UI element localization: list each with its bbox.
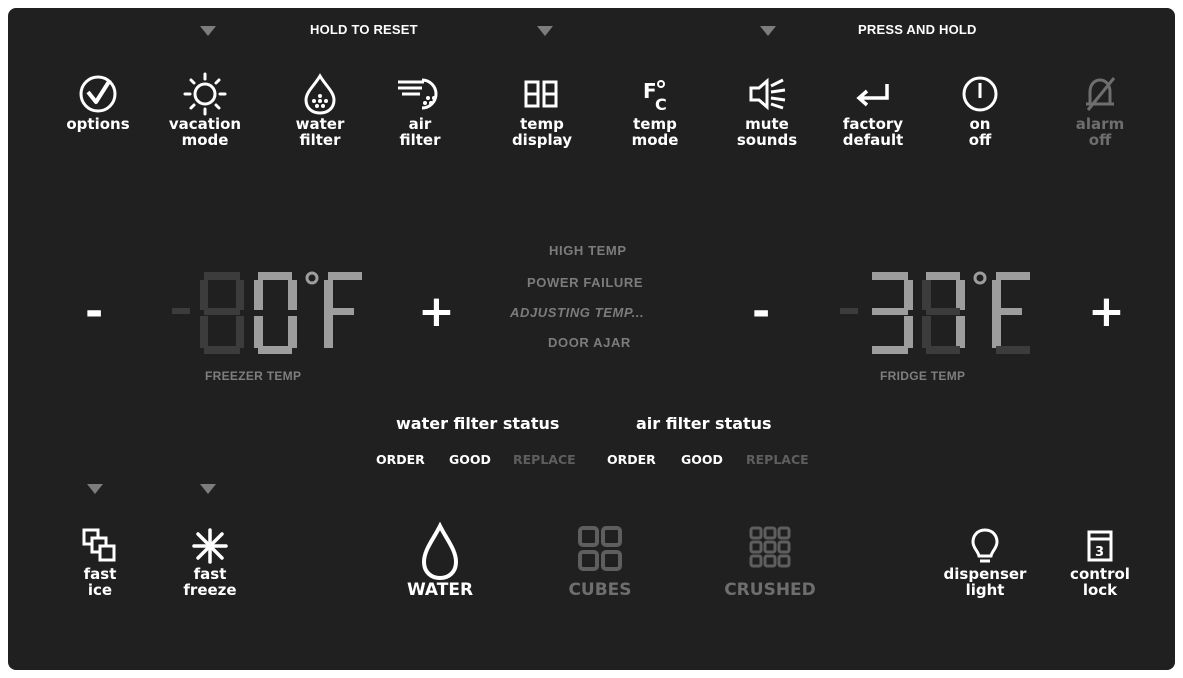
air-filter-status-title: air filter status bbox=[636, 414, 772, 433]
fridge-minus-button[interactable]: - bbox=[752, 290, 770, 334]
sun-icon bbox=[183, 72, 227, 116]
fridge-digit-3 bbox=[872, 272, 913, 354]
water-dispense-button[interactable]: WATER bbox=[385, 522, 495, 600]
air-filter-order: ORDER bbox=[607, 452, 656, 467]
freezer-minus-button[interactable]: - bbox=[85, 290, 103, 334]
freezer-temp-label: FREEZER TEMP bbox=[205, 369, 302, 383]
power-icon bbox=[962, 76, 998, 112]
water-filter-button[interactable]: water filter bbox=[275, 72, 365, 148]
water-filter-good: GOOD bbox=[449, 452, 491, 467]
cubes-label: CUBES bbox=[568, 580, 632, 600]
water-filter-label-2: filter bbox=[299, 131, 341, 149]
mute-sounds-button[interactable]: mute sounds bbox=[722, 72, 812, 148]
temp-mode-label-1: temp bbox=[633, 115, 677, 133]
temp-display-indicator-arrow bbox=[537, 26, 553, 36]
lock-icon: 3 bbox=[1087, 530, 1113, 562]
mute-sounds-label-2: sounds bbox=[736, 131, 798, 149]
air-filter-label-2: filter bbox=[399, 131, 441, 149]
air-filter-icon bbox=[398, 78, 438, 110]
water-drop-icon bbox=[421, 522, 459, 581]
press-and-hold-hint: PRESS AND HOLD bbox=[858, 22, 977, 37]
air-filter-label-1: air bbox=[408, 115, 432, 133]
on-off-button[interactable]: on off bbox=[945, 72, 1015, 148]
fridge-temp-display bbox=[840, 271, 1030, 354]
temp-display-label-1: temp bbox=[520, 115, 564, 133]
cubes-dispense-button[interactable]: CUBES bbox=[545, 522, 655, 600]
alarm-off-button[interactable]: alarm off bbox=[1060, 72, 1140, 148]
fast-freeze-label-2: freeze bbox=[183, 581, 237, 599]
air-filter-replace: REPLACE bbox=[746, 452, 809, 467]
status-adjusting-temp: ADJUSTING TEMP... bbox=[510, 305, 645, 320]
fridge-plus-button[interactable]: + bbox=[1088, 290, 1125, 334]
speaker-mute-icon bbox=[749, 77, 786, 111]
temp-mode-button[interactable]: F C temp mode bbox=[610, 72, 700, 148]
f-c-icon: F C bbox=[643, 79, 667, 114]
freezer-plus-button[interactable]: + bbox=[418, 290, 455, 334]
digits-88-icon bbox=[524, 80, 558, 108]
return-arrow-icon bbox=[856, 84, 889, 107]
alarm-off-label-2: off bbox=[1088, 131, 1112, 149]
water-filter-label-1: water bbox=[295, 115, 345, 133]
temp-display-button[interactable]: temp display bbox=[497, 72, 587, 148]
crushed-label: CRUSHED bbox=[724, 580, 816, 600]
dispenser-light-label-2: light bbox=[965, 581, 1005, 599]
freezer-degree bbox=[305, 271, 319, 285]
fast-ice-cubes-icon bbox=[82, 528, 116, 562]
mute-sounds-label-1: mute bbox=[745, 115, 789, 133]
mute-indicator-arrow bbox=[760, 26, 776, 36]
freezer-temp-display bbox=[172, 271, 362, 354]
options-label: options bbox=[66, 115, 130, 133]
status-power-failure: POWER FAILURE bbox=[527, 275, 644, 290]
fast-freeze-label-1: fast bbox=[193, 565, 227, 583]
freezer-digit bbox=[254, 272, 297, 354]
fast-freeze-indicator-arrow bbox=[200, 484, 216, 494]
fast-ice-label-2: ice bbox=[87, 581, 113, 599]
on-off-label-2: off bbox=[968, 131, 992, 149]
fast-ice-button[interactable]: fast ice bbox=[60, 526, 140, 598]
control-lock-button[interactable]: 3 control lock bbox=[1055, 526, 1145, 598]
fridge-degree bbox=[973, 271, 987, 285]
dispenser-light-label-1: dispenser bbox=[943, 565, 1027, 583]
water-filter-order: ORDER bbox=[376, 452, 425, 467]
air-filter-good: GOOD bbox=[681, 452, 723, 467]
light-bulb-icon bbox=[971, 528, 999, 563]
water-filter-status-title: water filter status bbox=[396, 414, 560, 433]
water-drop-filter-icon bbox=[304, 73, 336, 115]
temp-display-label-2: display bbox=[511, 131, 573, 149]
crushed-ice-icon bbox=[749, 526, 791, 568]
temp-mode-label-2: mode bbox=[631, 131, 679, 149]
options-button[interactable]: options bbox=[53, 72, 143, 132]
vacation-indicator-arrow bbox=[200, 26, 216, 36]
air-filter-button[interactable]: air filter bbox=[375, 72, 465, 148]
checkmark-circle-icon bbox=[79, 75, 117, 113]
fast-freeze-button[interactable]: fast freeze bbox=[170, 526, 250, 598]
ice-cubes-icon bbox=[578, 526, 622, 571]
factory-default-label-1: factory bbox=[842, 115, 904, 133]
fast-ice-label-1: fast bbox=[83, 565, 117, 583]
svg-text:3: 3 bbox=[1095, 545, 1104, 560]
fridge-temp-label: FRIDGE TEMP bbox=[880, 369, 966, 383]
control-lock-label-2: lock bbox=[1082, 581, 1118, 599]
freezer-unit-glyph bbox=[324, 272, 362, 348]
hold-to-reset-hint: HOLD TO RESET bbox=[310, 22, 418, 37]
status-door-ajar: DOOR AJAR bbox=[548, 335, 631, 350]
fridge-unit-glyph bbox=[992, 272, 1030, 348]
on-off-label-1: on bbox=[969, 115, 991, 133]
dispenser-light-button[interactable]: dispenser light bbox=[935, 526, 1035, 598]
svg-text:C: C bbox=[655, 95, 667, 114]
factory-default-button[interactable]: factory default bbox=[828, 72, 918, 148]
vacation-mode-button[interactable]: vacation mode bbox=[160, 72, 250, 148]
snowflake-icon bbox=[192, 528, 228, 564]
control-lock-label-1: control bbox=[1070, 565, 1130, 583]
factory-default-label-2: default bbox=[842, 131, 904, 149]
vacation-mode-label-2: mode bbox=[181, 131, 229, 149]
water-label: WATER bbox=[406, 580, 474, 600]
crushed-dispense-button[interactable]: CRUSHED bbox=[710, 522, 830, 600]
vacation-mode-label-1: vacation bbox=[168, 115, 242, 133]
status-high-temp: HIGH TEMP bbox=[549, 243, 627, 258]
fast-ice-indicator-arrow bbox=[87, 484, 103, 494]
alarm-off-label-1: alarm bbox=[1075, 115, 1125, 133]
water-filter-replace: REPLACE bbox=[513, 452, 576, 467]
bell-off-icon bbox=[1086, 77, 1116, 111]
